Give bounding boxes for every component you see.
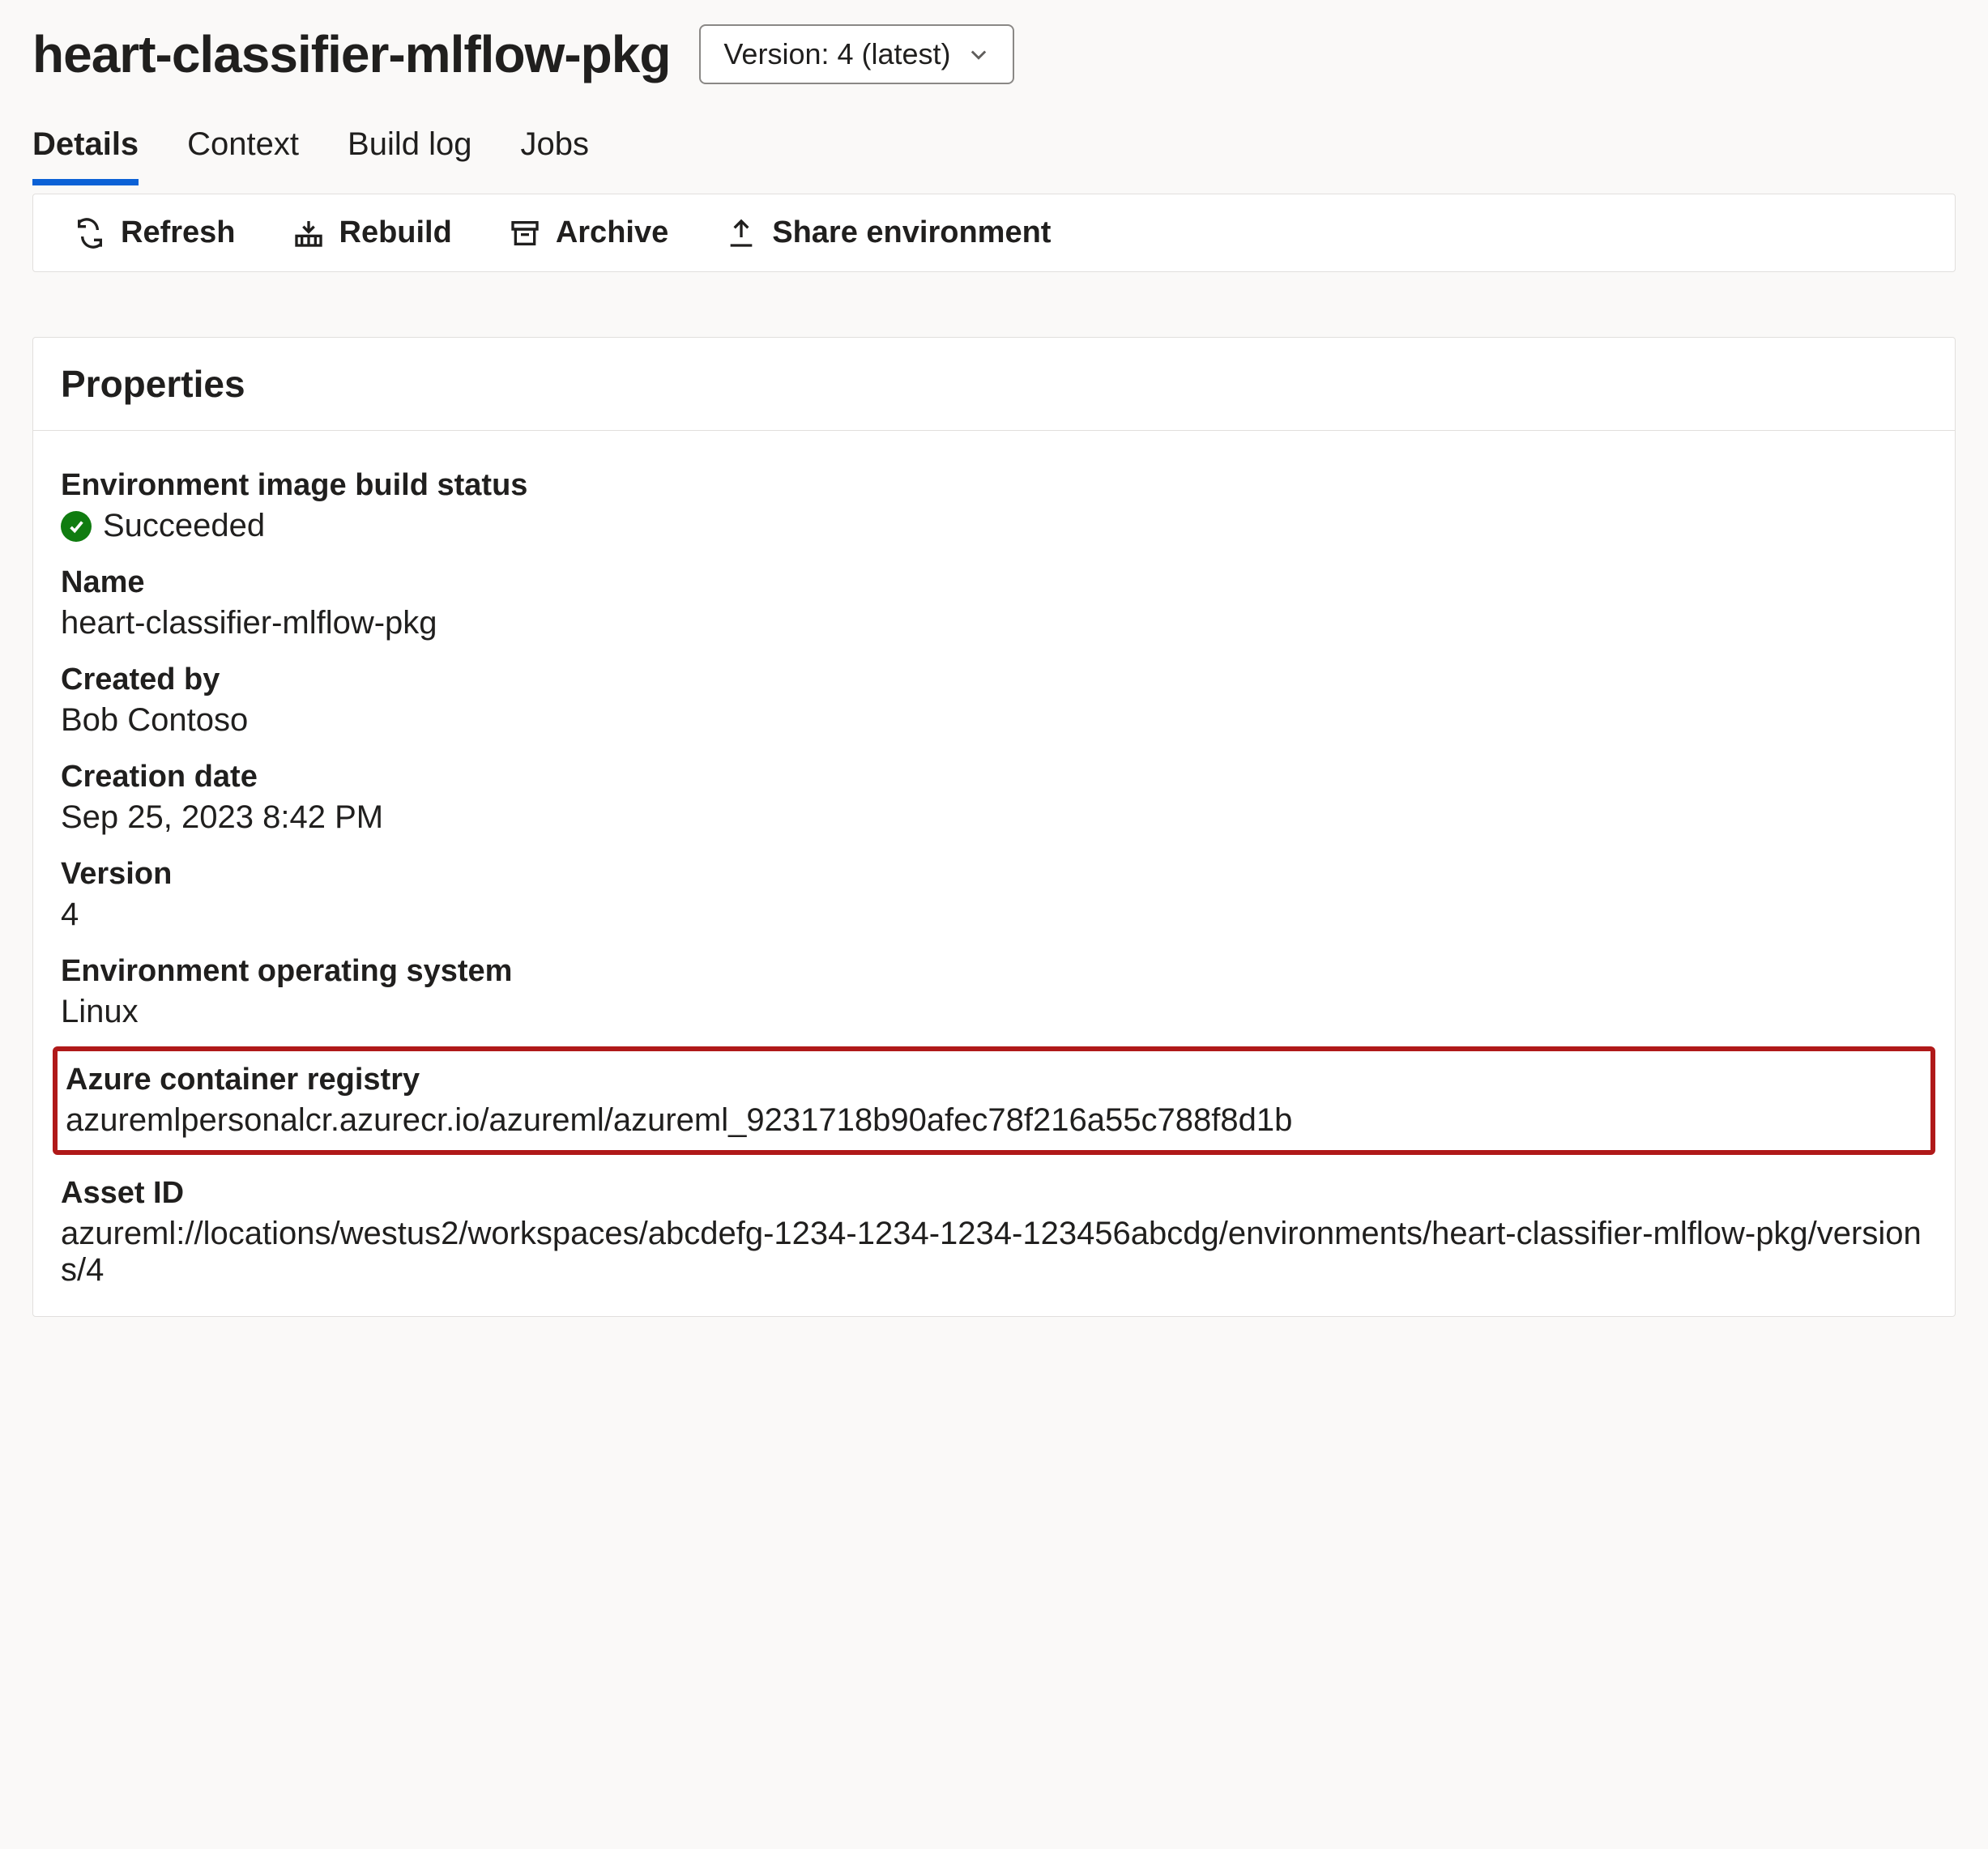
tabs: Details Context Build log Jobs — [32, 120, 1956, 185]
prop-value: Linux — [61, 994, 1927, 1030]
properties-panel: Properties Environment image build statu… — [32, 337, 1956, 1317]
panel-body: Environment image build status Succeeded… — [33, 431, 1955, 1316]
prop-label: Environment operating system — [61, 954, 1927, 989]
tab-context[interactable]: Context — [187, 120, 299, 185]
toolbar: Refresh Rebuild Archive Share environmen… — [32, 194, 1956, 272]
prop-label: Creation date — [61, 760, 1927, 795]
prop-label: Asset ID — [61, 1176, 1927, 1211]
prop-value: Sep 25, 2023 8:42 PM — [61, 799, 1927, 836]
prop-value: heart-classifier-mlflow-pkg — [61, 605, 1927, 641]
prop-label: Version — [61, 857, 1927, 892]
panel-title: Properties — [33, 338, 1955, 431]
share-button[interactable]: Share environment — [725, 215, 1051, 250]
prop-creation-date: Creation date Sep 25, 2023 8:42 PM — [61, 760, 1927, 836]
prop-build-status: Environment image build status Succeeded — [61, 468, 1927, 544]
version-dropdown-label: Version: 4 (latest) — [723, 37, 950, 71]
archive-icon — [509, 217, 541, 249]
prop-label: Name — [61, 565, 1927, 600]
rebuild-button[interactable]: Rebuild — [292, 215, 452, 250]
refresh-icon — [74, 217, 106, 249]
prop-version: Version 4 — [61, 857, 1927, 933]
rebuild-icon — [292, 217, 325, 249]
check-icon — [61, 511, 92, 542]
archive-button[interactable]: Archive — [509, 215, 668, 250]
status-badge: Succeeded — [103, 508, 265, 544]
refresh-label: Refresh — [121, 215, 236, 250]
prop-value: 4 — [61, 897, 1927, 933]
version-dropdown[interactable]: Version: 4 (latest) — [699, 24, 1013, 84]
header-row: heart-classifier-mlflow-pkg Version: 4 (… — [32, 24, 1956, 84]
prop-label: Created by — [61, 662, 1927, 697]
prop-acr: Azure container registry azuremlpersonal… — [53, 1046, 1935, 1155]
tab-details[interactable]: Details — [32, 120, 139, 185]
tab-jobs[interactable]: Jobs — [520, 120, 589, 185]
tab-build-log[interactable]: Build log — [348, 120, 471, 185]
archive-label: Archive — [556, 215, 668, 250]
prop-value: azureml://locations/westus2/workspaces/a… — [61, 1216, 1927, 1289]
prop-created-by: Created by Bob Contoso — [61, 662, 1927, 739]
page-title: heart-classifier-mlflow-pkg — [32, 24, 670, 84]
rebuild-label: Rebuild — [339, 215, 452, 250]
prop-value: Bob Contoso — [61, 702, 1927, 739]
prop-asset-id: Asset ID azureml://locations/westus2/wor… — [61, 1176, 1927, 1289]
chevron-down-icon — [967, 43, 990, 66]
prop-name: Name heart-classifier-mlflow-pkg — [61, 565, 1927, 641]
prop-label: Environment image build status — [61, 468, 1927, 503]
refresh-button[interactable]: Refresh — [74, 215, 236, 250]
share-icon — [725, 217, 757, 249]
prop-label: Azure container registry — [66, 1063, 1922, 1097]
share-label: Share environment — [772, 215, 1051, 250]
prop-value: azuremlpersonalcr.azurecr.io/azureml/azu… — [66, 1102, 1922, 1139]
prop-os: Environment operating system Linux — [61, 954, 1927, 1030]
